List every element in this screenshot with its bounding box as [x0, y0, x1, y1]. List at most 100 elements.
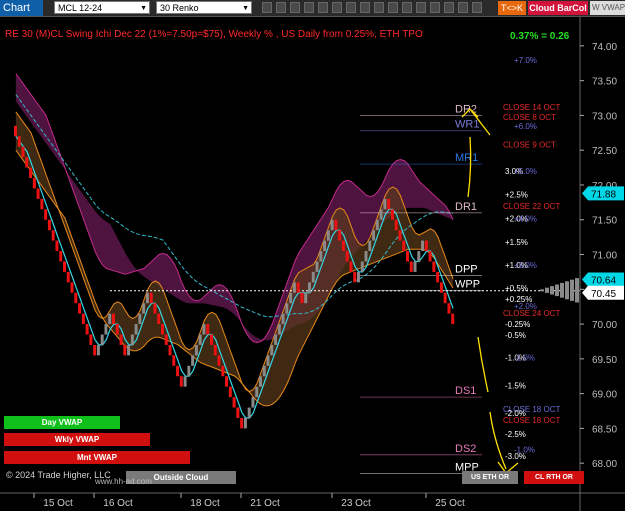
- vwap-button[interactable]: W VWAP: [590, 1, 625, 15]
- percent-labels: +7.0% CLOSE 14 OCTCLOSE 8 OCT+6.0% CLOSE 9…: [503, 56, 560, 461]
- toolbar-tool-icon[interactable]: [430, 2, 440, 13]
- pivot-level-label: WR1: [455, 119, 479, 131]
- renko-brick: [240, 417, 244, 429]
- renko-brick: [183, 376, 187, 387]
- renko-brick: [334, 219, 338, 231]
- y-tick-label: 72.50: [592, 146, 617, 157]
- renko-brick: [394, 219, 398, 231]
- toolbar-tool-icon[interactable]: [402, 2, 412, 13]
- percent-label: -3.0%: [505, 452, 526, 461]
- renko-brick: [153, 303, 157, 314]
- renko-brick: [100, 334, 104, 345]
- time-axis: 15 Oct 16 Oct 18 Oct 21 Oct 23 Oct 25 Oct: [0, 492, 625, 509]
- symbol-select[interactable]: MCL 12-24 ▼: [54, 1, 150, 14]
- monthly-vwap-legend[interactable]: Mnt VWAP: [4, 451, 190, 464]
- renko-brick: [179, 376, 183, 387]
- renko-brick: [379, 209, 383, 220]
- price-marker-label: 70.64: [591, 276, 616, 287]
- renko-brick: [108, 313, 112, 325]
- percent-label: +1.5%: [505, 238, 528, 247]
- yellow-arrow: [467, 136, 472, 198]
- cloud-barcol-button[interactable]: Cloud BarCol: [528, 1, 588, 15]
- toolbar-tool-icon[interactable]: [374, 2, 384, 13]
- y-tick-label: 69.00: [592, 390, 617, 401]
- toolbar-tool-icon[interactable]: [332, 2, 342, 13]
- renko-brick: [326, 230, 330, 241]
- price-axis: 68.0068.5069.0069.5070.0070.5071.0071.50…: [579, 17, 624, 511]
- pivot-level-label: DPP: [455, 263, 478, 275]
- renko-brick: [409, 261, 413, 272]
- weekly-vwap-legend[interactable]: Wkly VWAP: [4, 433, 150, 446]
- renko-brick: [424, 240, 428, 252]
- pivot-level-label: DS1: [455, 385, 476, 397]
- renko-brick: [40, 198, 44, 210]
- renko-brick: [364, 251, 368, 262]
- tpo-bar: [555, 284, 559, 297]
- toolbar-tool-icon[interactable]: [472, 2, 482, 13]
- renko-brick: [289, 292, 293, 304]
- change-readout: 0.37% = 0.26: [510, 31, 570, 42]
- percent-label: -0.5%: [505, 331, 526, 340]
- bar-type-select[interactable]: 30 Renko ▼: [156, 1, 252, 14]
- renko-brick: [247, 407, 251, 418]
- y-tick-label: 73.50: [592, 77, 617, 88]
- percent-label: +6.0%: [514, 122, 537, 131]
- renko-brick: [417, 251, 421, 262]
- renko-brick: [138, 313, 142, 325]
- toolbar-tool-icon[interactable]: [276, 2, 286, 13]
- toolbar-tool-icon[interactable]: [388, 2, 398, 13]
- y-tick-label: 71.00: [592, 251, 617, 262]
- percent-label: +4.0%: [514, 214, 537, 223]
- toolbar-tool-icon[interactable]: [318, 2, 328, 13]
- renko-brick: [44, 209, 48, 220]
- chevron-down-icon: ▼: [242, 5, 249, 12]
- renko-brick: [134, 324, 138, 335]
- toolbar-tool-icon[interactable]: [416, 2, 426, 13]
- renko-brick: [319, 251, 323, 262]
- renko-brick: [187, 365, 191, 377]
- toolbar-tool-icon[interactable]: [290, 2, 300, 13]
- chevron-down-icon: ▼: [140, 5, 147, 12]
- renko-brick: [210, 334, 213, 345]
- toolbar-tool-icon[interactable]: [458, 2, 468, 13]
- percent-label: +5.0%: [514, 167, 537, 176]
- renko-brick: [277, 324, 281, 335]
- y-tick-label: 70.00: [592, 320, 617, 331]
- renko-brick: [168, 344, 172, 356]
- percent-label: CLOSE 24 OCT: [503, 309, 560, 318]
- renko-brick: [96, 344, 100, 356]
- renko-brick: [266, 355, 270, 366]
- renko-brick: [439, 282, 443, 293]
- toolbar-tool-icon[interactable]: [444, 2, 454, 13]
- toolbar-tool-icon[interactable]: [360, 2, 370, 13]
- percent-label: +0.5%: [505, 284, 528, 293]
- renko-brick: [398, 230, 402, 241]
- renko-brick: [85, 324, 89, 335]
- us-eth-or-legend[interactable]: US ETH OR: [462, 471, 518, 484]
- renko-brick: [236, 407, 240, 418]
- renko-brick: [232, 397, 236, 408]
- renko-brick: [59, 251, 63, 262]
- cl-rth-or-legend[interactable]: CL RTH OR: [524, 471, 584, 484]
- y-tick-label: 71.50: [592, 216, 617, 227]
- renko-brick: [142, 303, 146, 314]
- toolbar-tool-icon[interactable]: [346, 2, 356, 13]
- y-tick-label: 73.00: [592, 111, 617, 122]
- renko-brick: [36, 188, 40, 199]
- renko-brick: [112, 313, 115, 325]
- renko-brick: [55, 240, 59, 252]
- renko-brick: [259, 376, 262, 387]
- website-text: www.hh-ad.com: [95, 477, 152, 486]
- tenkan-kijun-button[interactable]: T<>K: [498, 1, 526, 15]
- renko-brick: [149, 292, 153, 304]
- day-vwap-legend[interactable]: Day VWAP: [4, 416, 120, 429]
- renko-brick: [443, 292, 447, 304]
- renko-brick: [123, 344, 127, 356]
- renko-brick: [274, 334, 278, 345]
- toolbar-tool-icon[interactable]: [304, 2, 314, 13]
- yellow-arrow: [477, 336, 489, 393]
- renko-brick: [338, 230, 342, 241]
- renko-brick: [251, 397, 255, 408]
- renko-brick: [323, 240, 327, 252]
- toolbar-tool-icon[interactable]: [262, 2, 272, 13]
